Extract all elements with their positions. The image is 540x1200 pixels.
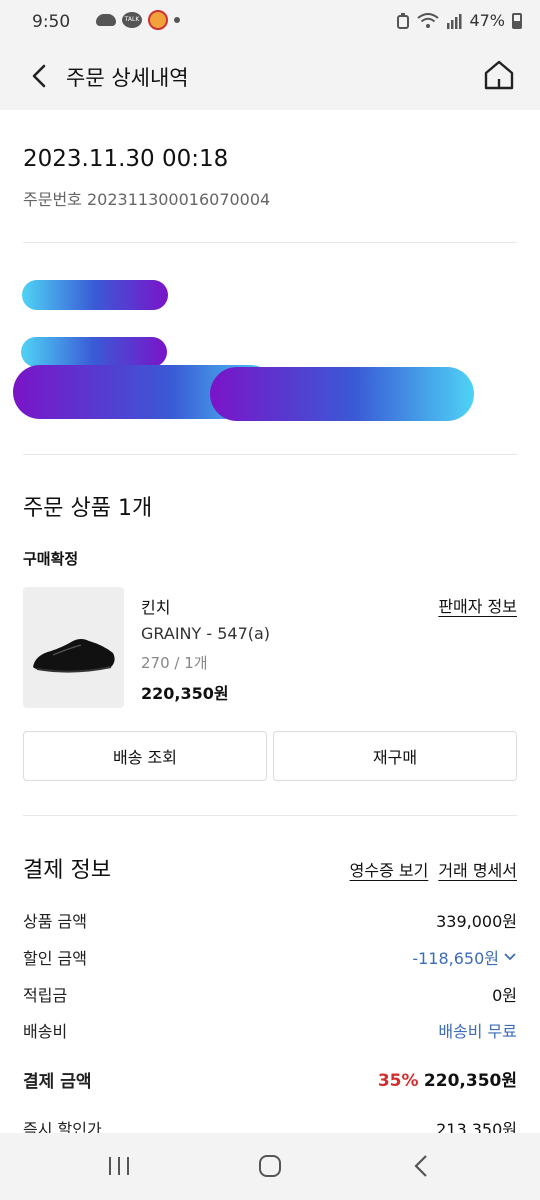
product-brand[interactable]: 킨치 <box>141 594 170 618</box>
home-circle-icon <box>259 1155 281 1177</box>
points-value: 0원 <box>492 986 517 1005</box>
divider <box>23 815 517 816</box>
cloud-icon <box>96 14 116 26</box>
product-amount-value: 339,000원 <box>436 912 517 931</box>
divider <box>23 454 517 455</box>
order-status: 구매확정 <box>23 550 79 568</box>
divider <box>23 242 517 243</box>
chevron-down-icon <box>504 953 516 961</box>
points-label: 적립금 <box>23 986 68 1005</box>
order-date: 2023.11.30 00:18 <box>23 146 229 172</box>
seller-info-link[interactable]: 판매자 정보 <box>438 593 517 617</box>
order-number-label: 주문번호 <box>23 190 82 209</box>
status-time: 9:50 <box>32 12 71 32</box>
discount-rate: 35% <box>377 1071 419 1091</box>
home-nav-button[interactable] <box>253 1151 287 1181</box>
back-nav-button[interactable] <box>404 1151 438 1181</box>
chevron-left-icon <box>32 64 46 88</box>
notification-dot-icon <box>174 17 180 23</box>
product-price: 220,350원 <box>141 684 229 703</box>
order-number: 주문번호 202311300016070004 <box>23 186 270 210</box>
discount-amount-label: 할인 금액 <box>23 949 87 968</box>
discount-amount-value: -118,650원 <box>412 949 499 968</box>
recent-apps-button[interactable] <box>102 1151 136 1181</box>
battery-icon <box>512 12 522 29</box>
receipt-link[interactable]: 영수증 보기 <box>350 857 429 881</box>
back-chevron-icon <box>414 1155 427 1177</box>
wifi-icon <box>417 12 440 28</box>
battery-percent: 47% <box>469 11 505 30</box>
transaction-statement-link[interactable]: 거래 명세서 <box>438 857 517 881</box>
products-section-title: 주문 상품 1개 <box>23 496 153 521</box>
shoe-image <box>33 639 115 673</box>
sync-icon <box>397 12 410 29</box>
page-title: 주문 상세내역 <box>66 66 189 90</box>
product-amount-label: 상품 금액 <box>23 912 87 931</box>
home-icon <box>484 60 514 90</box>
product-option: 270 / 1개 <box>141 654 208 672</box>
chick-app-icon <box>148 10 168 30</box>
redaction-bar <box>21 337 167 367</box>
reorder-button[interactable]: 재구매 <box>273 731 517 781</box>
payment-section-title: 결제 정보 <box>23 858 111 883</box>
product-name[interactable]: GRAINY - 547(a) <box>141 624 270 643</box>
total-amount: 35% 220,350원 <box>378 1066 517 1091</box>
app-header: 주문 상세내역 <box>0 44 540 110</box>
signal-icon <box>447 13 462 29</box>
back-button[interactable] <box>22 58 58 94</box>
product-image[interactable] <box>23 587 124 708</box>
redaction-bar <box>22 280 168 310</box>
shipping-fee-label: 배송비 <box>23 1022 68 1041</box>
total-amount-label: 결제 금액 <box>23 1072 92 1092</box>
order-number-value: 202311300016070004 <box>86 190 271 209</box>
redaction-bar <box>210 367 474 421</box>
total-amount-value: 220,350원 <box>423 1071 517 1091</box>
recent-apps-icon <box>109 1157 129 1175</box>
status-bar: 9:50 TALK 47% <box>0 0 540 44</box>
track-delivery-button[interactable]: 배송 조회 <box>23 731 267 781</box>
discount-amount-toggle[interactable]: -118,650원 <box>412 945 517 969</box>
shipping-fee-value: 배송비 무료 <box>438 1022 517 1041</box>
system-nav-bar <box>0 1133 540 1200</box>
talk-icon: TALK <box>122 12 142 28</box>
home-button[interactable] <box>480 56 518 94</box>
